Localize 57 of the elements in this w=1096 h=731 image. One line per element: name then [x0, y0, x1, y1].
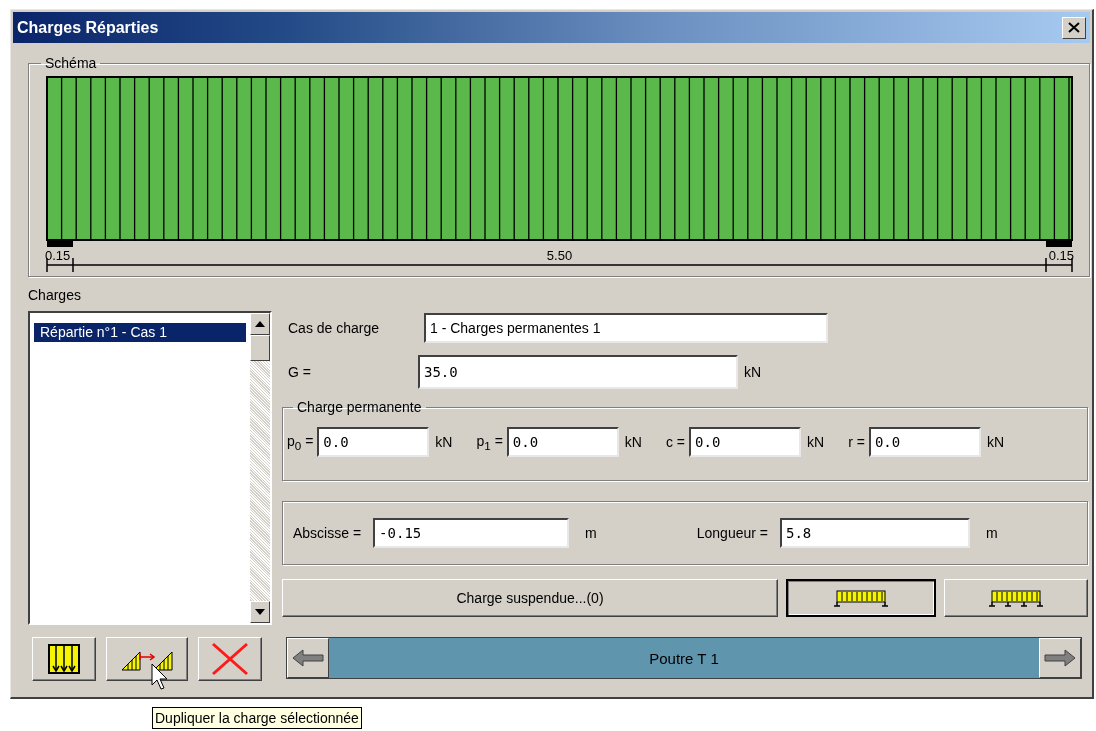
section-label: Charges — [28, 287, 82, 303]
up-arrow-icon — [255, 321, 265, 327]
support-toggle-button[interactable] — [786, 579, 936, 617]
scroll-up-button[interactable] — [250, 313, 270, 335]
load-case-field[interactable]: 1 - Charges permanentes 1 — [424, 313, 828, 343]
unit-label: kN — [807, 434, 825, 450]
scroll-down-button[interactable] — [250, 601, 270, 623]
right-arrow-icon — [1043, 648, 1077, 668]
field-label: Longueur = — [696, 525, 768, 541]
load-value-field[interactable]: 0.0 — [689, 427, 802, 457]
field-label: Cas de charge — [288, 320, 381, 336]
unit-label: kN — [435, 434, 453, 450]
tool-button[interactable] — [106, 637, 188, 681]
close-icon — [1068, 22, 1080, 33]
support-icon — [1046, 240, 1072, 247]
next-button[interactable] — [1039, 638, 1081, 678]
field-label: Abscisse = — [293, 525, 362, 541]
field-label: p$_{1}$ = — [476, 432, 503, 452]
load-value-field[interactable]: 0.0 — [317, 427, 430, 457]
unit-label: m — [986, 525, 998, 541]
beam-support-icon — [989, 589, 1043, 607]
dimension-label: 0.15 — [45, 248, 71, 263]
field-label: c = — [665, 434, 686, 450]
window-title: Charges Réparties — [17, 18, 159, 37]
beam-name: Poutre T 1 — [649, 649, 719, 667]
dimension-label: 5.50 — [546, 248, 573, 263]
field-label: p$_{0}$ = — [287, 432, 314, 452]
dimension-label: 0.15 — [1048, 248, 1074, 263]
beam-support-icon — [834, 589, 888, 607]
field-label: G = — [288, 364, 312, 380]
load-value-field[interactable]: 0.0 — [506, 427, 619, 457]
scrollbar[interactable] — [250, 313, 270, 623]
tooltip: Dupliquer la charge sélectionnée — [152, 707, 362, 729]
unit-label: kN — [986, 434, 1005, 450]
cursor-icon — [151, 663, 169, 691]
delete-icon — [210, 642, 250, 676]
scroll-thumb[interactable] — [250, 335, 270, 361]
close-button[interactable] — [1062, 16, 1086, 39]
g-field[interactable]: 35.0 — [418, 355, 738, 389]
load-value-field[interactable]: 0.0 — [868, 427, 981, 457]
position-field[interactable]: 5.8 — [780, 518, 970, 548]
tool-button[interactable] — [198, 637, 262, 681]
group-title: Charge permanente — [296, 399, 423, 415]
previous-button[interactable] — [287, 638, 329, 678]
left-arrow-icon — [291, 648, 325, 668]
suspended-load-button[interactable]: Charge suspendue...(0) — [282, 579, 778, 617]
list-item[interactable]: Répartie n°1 - Cas 1 — [34, 323, 246, 342]
tool-button[interactable] — [32, 637, 96, 681]
unit-label: kN — [744, 364, 762, 380]
position-field[interactable]: -0.15 — [373, 518, 570, 548]
load-add-icon — [48, 644, 80, 674]
unit-label: m — [585, 525, 597, 541]
support-icon — [47, 240, 73, 247]
unit-label: kN — [624, 434, 642, 450]
down-arrow-icon — [255, 609, 265, 615]
field-label: r = — [848, 434, 865, 450]
group-title: Schéma — [44, 55, 98, 71]
